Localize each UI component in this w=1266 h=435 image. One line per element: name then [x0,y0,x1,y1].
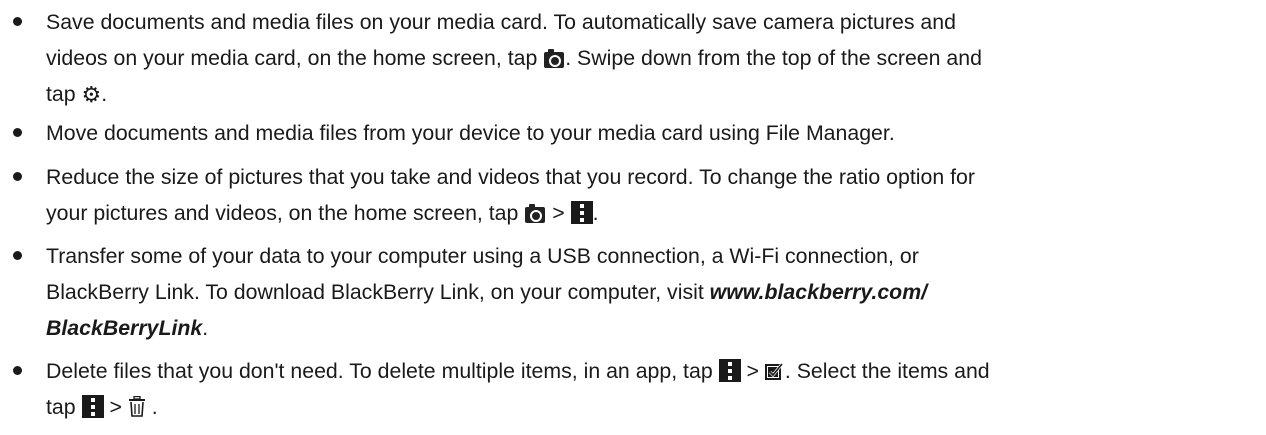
blackberry-link-url[interactable]: www.blackberry.com/ [710,280,927,304]
text-segment: tap [46,395,82,419]
text-segment: tap [46,82,82,106]
list-item: Reduce the size of pictures that you tak… [0,159,1266,231]
list-item: Save documents and media files on your m… [0,4,1266,112]
text-segment: videos on your media card, on the home s… [46,46,544,70]
tip-text: Transfer some of your data to your compu… [46,238,1246,346]
tip-text: Delete files that you don't need. To del… [46,353,1246,425]
select-icon [764,357,785,380]
text-line: BlackBerryLink. [46,310,1246,346]
camera-icon [525,204,546,223]
gear-icon: ⚙ [81,82,102,107]
list-item: Transfer some of your data to your compu… [0,238,1266,346]
text-line: videos on your media card, on the home s… [46,40,1246,76]
text-segment: . Swipe down from the top of the screen … [565,46,982,70]
menu-icon [81,395,104,418]
menu-icon [718,359,741,382]
text-segment: . [101,82,108,106]
text-segment: . [592,201,599,225]
tip-text: Save documents and media files on your m… [46,4,1246,112]
text-line: your pictures and videos, on the home sc… [46,195,1246,231]
text-segment: Reduce the size of pictures that you tak… [46,165,975,189]
text-line: Delete files that you don't need. To del… [46,353,1246,389]
text-segment: your pictures and videos, on the home sc… [46,201,525,225]
text-segment: > [546,201,571,225]
text-segment: Transfer some of your data to your compu… [46,244,919,268]
text-line: tap > . [46,389,1246,425]
blackberry-link-url[interactable]: BlackBerryLink [46,316,202,340]
list-item: Delete files that you don't need. To del… [0,353,1266,425]
text-segment: . Select the items and [784,359,990,383]
trash-icon [128,392,146,417]
text-segment: Delete files that you don't need. To del… [46,359,719,383]
text-segment: Save documents and media files on your m… [46,10,956,34]
text-segment: Move documents and media files from your… [46,121,895,145]
list-item: Move documents and media files from your… [0,115,1266,151]
menu-icon [570,201,593,224]
text-line: Transfer some of your data to your compu… [46,238,1246,274]
tip-text: Move documents and media files from your… [46,115,1246,151]
bullet [13,251,22,260]
bullet [13,17,22,26]
text-line: Save documents and media files on your m… [46,4,1246,40]
text-line: BlackBerry Link. To download BlackBerry … [46,274,1246,310]
bullet [13,172,22,181]
text-segment: > [740,359,765,383]
text-segment: > [103,395,128,419]
camera-icon [544,49,565,68]
text-segment: . [145,395,158,419]
text-line: Move documents and media files from your… [46,115,1246,151]
text-segment: . [202,316,209,340]
text-line: Reduce the size of pictures that you tak… [46,159,1246,195]
bullet [13,128,22,137]
tip-text: Reduce the size of pictures that you tak… [46,159,1246,231]
bullet [13,366,22,375]
text-segment: BlackBerry Link. To download BlackBerry … [46,280,710,304]
text-line: tap ⚙. [46,76,1246,112]
